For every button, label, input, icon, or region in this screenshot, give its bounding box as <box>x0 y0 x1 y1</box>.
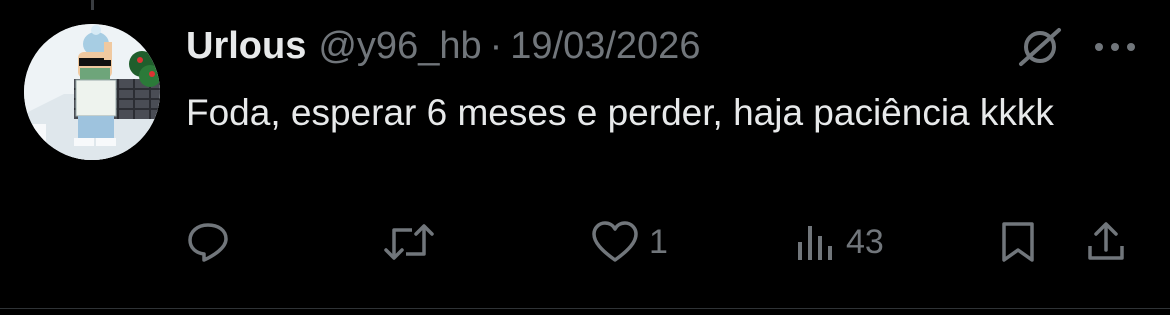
action-bar: 1 43 <box>186 218 1146 266</box>
more-options-button[interactable] <box>1090 26 1140 68</box>
views-icon <box>798 226 832 260</box>
heart-icon <box>592 221 638 262</box>
views-count: 43 <box>846 222 884 261</box>
avatar[interactable] <box>24 24 160 160</box>
bookmark-button[interactable] <box>998 218 1038 266</box>
tweet-text: Foda, esperar 6 meses e perder, haja pac… <box>186 92 1054 133</box>
reply-button[interactable] <box>186 218 240 266</box>
share-icon <box>1088 222 1124 260</box>
like-count: 1 <box>649 222 668 261</box>
bookmark-icon <box>1002 222 1034 262</box>
share-button[interactable] <box>1086 218 1126 266</box>
tweet-header: Urlous @y96_hb · 19/03/2026 <box>186 24 700 68</box>
avatar-image <box>24 24 160 160</box>
user-handle[interactable]: @y96_hb <box>318 24 481 68</box>
views-button[interactable]: 43 <box>794 218 884 266</box>
thread-connector-line <box>91 0 94 10</box>
display-name[interactable]: Urlous <box>186 24 306 68</box>
reply-icon <box>188 223 228 262</box>
retweet-icon <box>384 224 434 260</box>
grok-icon <box>1019 28 1061 66</box>
retweet-button[interactable] <box>384 218 444 266</box>
grok-button[interactable] <box>1015 26 1065 68</box>
like-button[interactable]: 1 <box>591 218 668 266</box>
bottom-divider <box>0 308 1170 309</box>
more-icon <box>1095 43 1135 51</box>
tweet-date[interactable]: 19/03/2026 <box>510 24 700 68</box>
header-separator: · <box>489 25 503 67</box>
